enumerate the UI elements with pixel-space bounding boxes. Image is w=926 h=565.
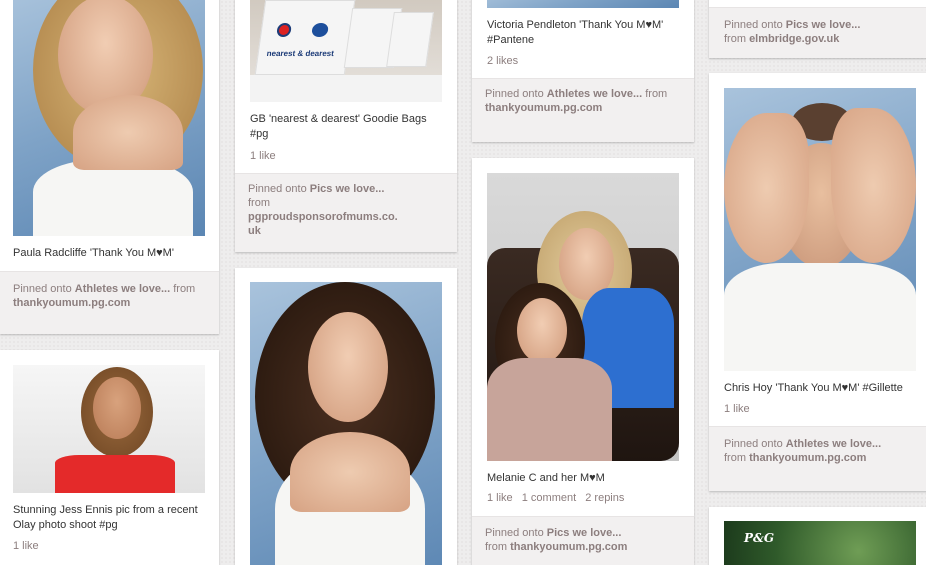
pin-stats: 2 likes [487,55,524,67]
pin-image[interactable] [487,0,679,8]
likes-count[interactable]: 1 like [724,403,750,415]
source-link[interactable]: thankyoumum.pg.com [749,452,866,464]
pin-description[interactable]: Chris Hoy 'Thank You M♥M' #Gillette [724,381,924,396]
board-link[interactable]: Athletes we love... [786,438,881,450]
likes-count[interactable]: 2 likes [487,55,518,67]
comments-count[interactable]: 1 comment [522,492,576,504]
pin-stats: 1 like 1 comment 2 repins [487,492,630,504]
source-link[interactable]: thankyoumum.pg.com [510,541,627,553]
cardigan-daughter [487,358,612,461]
board-link[interactable]: Pics we love... [310,183,385,195]
pin-image[interactable]: nearest & dearest [250,0,442,102]
pin-description[interactable]: Melanie C and her M♥M [487,471,677,486]
board-link[interactable]: Pics we love... [547,527,622,539]
shirt [724,263,916,371]
from-label: from [173,283,196,295]
from-label: from [645,88,668,100]
source-link[interactable]: thankyoumum.pg.com [485,102,602,114]
pin-victoria-pendleton[interactable]: Victoria Pendleton 'Thank You M♥M' #Pant… [472,0,694,142]
pin-description[interactable]: Victoria Pendleton 'Thank You M♥M' #Pant… [487,18,677,48]
pin-chris-hoy[interactable]: Chris Hoy 'Thank You M♥M' #Gillette 1 li… [709,73,926,491]
pg-logo-icon [311,23,330,37]
pin-image[interactable] [250,282,442,565]
pin-attribution: Pinned onto Athletes we love... from tha… [0,271,219,334]
pinned-onto-label: Pinned onto [724,438,783,450]
pin-attribution: Pinned onto Athletes we love... from tha… [709,426,926,491]
goodie-bag [386,12,434,67]
board-link[interactable]: Pics we love... [786,19,861,31]
pin-description[interactable]: Paula Radcliffe 'Thank You M♥M' [13,246,205,261]
pin-description[interactable]: GB 'nearest & dearest' Goodie Bags #pg [250,112,435,142]
from-label: from [248,197,270,209]
pin-image[interactable] [724,88,916,371]
repins-count[interactable]: 2 repins [585,492,624,504]
pin-description[interactable]: Stunning Jess Ennis pic from a recent Ol… [13,503,208,533]
pin-stats: 1 like [724,403,756,415]
table-surface [250,75,442,102]
pin-attribution: Pinned onto Athletes we love... from tha… [472,78,694,142]
pinned-onto-label: Pinned onto [485,88,544,100]
heart-hands [290,432,410,512]
shirt [33,160,193,236]
source-link[interactable]: pgproudsponsorofmums.co.uk [248,210,398,238]
from-label: from [485,541,507,553]
likes-count[interactable]: 1 like [487,492,513,504]
source-link[interactable]: thankyoumum.pg.com [13,297,130,309]
pin-pg-ad[interactable]: P&G [709,507,926,565]
pin-attribution: Pinned onto Pics we love... from pgproud… [235,173,457,252]
pin-stats: 1 like [13,540,45,552]
pin-image[interactable] [13,0,205,236]
source-link[interactable]: elmbridge.gov.uk [749,33,839,45]
bag-label: nearest & dearest [266,49,335,58]
pinned-onto-label: Pinned onto [248,183,307,195]
face-daughter [517,298,567,363]
board-link[interactable]: Athletes we love... [547,88,642,100]
pin-image[interactable] [487,173,679,461]
face [93,377,141,439]
likes-count[interactable]: 1 like [250,150,276,162]
pin-heart-hands-woman[interactable] [235,268,457,565]
heart-hands-left [724,113,809,263]
dress [55,455,175,493]
pin-jess-ennis[interactable]: Stunning Jess Ennis pic from a recent Ol… [0,350,219,565]
from-label: from [724,33,746,45]
team-gb-logo-icon [276,23,293,37]
pg-logo: P&G [744,531,775,545]
pin-image[interactable] [13,365,205,493]
goodie-bag: nearest & dearest [254,0,356,75]
pin-elmbridge[interactable]: Pinned onto Pics we love... from elmbrid… [709,0,926,58]
from-label: from [724,452,746,464]
face [308,312,388,422]
pinned-onto-label: Pinned onto [485,527,544,539]
heart-hands-right [831,108,916,263]
board-link[interactable]: Athletes we love... [75,283,170,295]
pinned-onto-label: Pinned onto [13,283,72,295]
pin-paula-radcliffe[interactable]: Paula Radcliffe 'Thank You M♥M' Pinned o… [0,0,219,334]
pin-stats: 1 like [250,150,282,162]
pin-attribution: Pinned onto Pics we love... from elmbrid… [709,7,926,58]
pinned-onto-label: Pinned onto [724,19,783,31]
pin-image[interactable]: P&G [724,521,916,565]
pin-melanie-c[interactable]: Melanie C and her M♥M 1 like 1 comment 2… [472,158,694,565]
pin-gb-goodie-bags[interactable]: nearest & dearest GB 'nearest & dearest'… [235,0,457,252]
likes-count[interactable]: 1 like [13,540,39,552]
pin-attribution: Pinned onto Pics we love... from thankyo… [472,516,694,565]
heart-hands [73,95,183,170]
